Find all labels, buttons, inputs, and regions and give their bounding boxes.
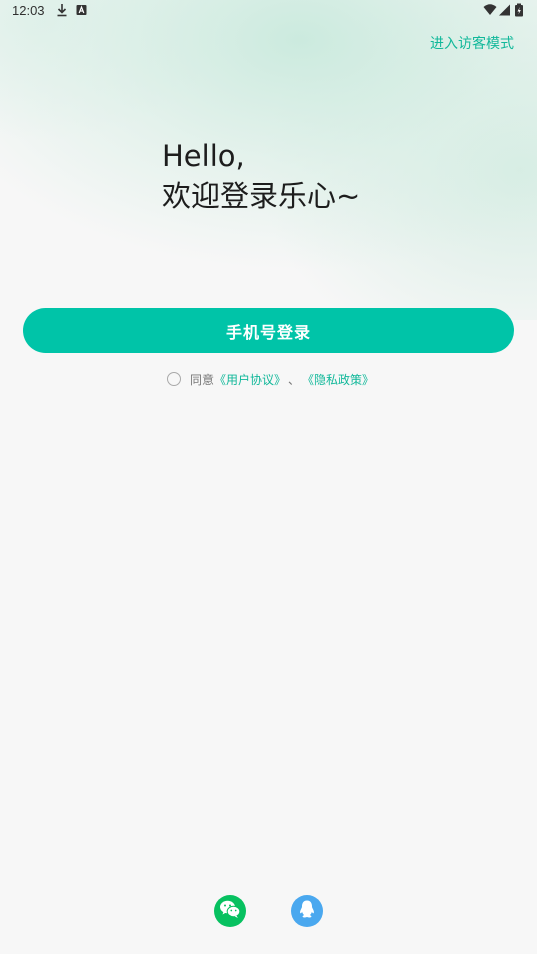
phone-login-button[interactable]: 手机号登录 xyxy=(23,308,514,353)
qq-login-button[interactable] xyxy=(291,895,323,927)
qq-icon xyxy=(298,899,316,923)
privacy-policy-link[interactable]: 《隐私政策》 xyxy=(302,371,374,388)
wechat-icon xyxy=(219,899,241,923)
agreement-checkbox[interactable] xyxy=(167,372,181,386)
signal-icon xyxy=(498,3,512,17)
agreement-prefix: 同意 xyxy=(190,372,215,387)
agreement-row: 同意 《用户协议》 、 《隐私政策》 xyxy=(167,370,374,388)
agreement-separator: 、 xyxy=(288,372,301,387)
status-time: 12:03 xyxy=(12,3,45,18)
status-bar: 12:03 xyxy=(0,0,537,22)
guest-mode-link[interactable]: 进入访客模式 xyxy=(430,33,514,53)
download-icon xyxy=(55,3,69,17)
greeting: Hello, 欢迎登录乐心~ xyxy=(162,136,360,216)
greeting-hello: Hello, xyxy=(162,139,245,173)
wechat-login-button[interactable] xyxy=(214,895,246,927)
wifi-icon xyxy=(483,3,497,17)
battery-icon xyxy=(514,3,524,17)
greeting-welcome: 欢迎登录乐心~ xyxy=(162,179,361,213)
keyboard-a-icon xyxy=(75,3,89,17)
user-agreement-link[interactable]: 《用户协议》 xyxy=(214,371,286,388)
